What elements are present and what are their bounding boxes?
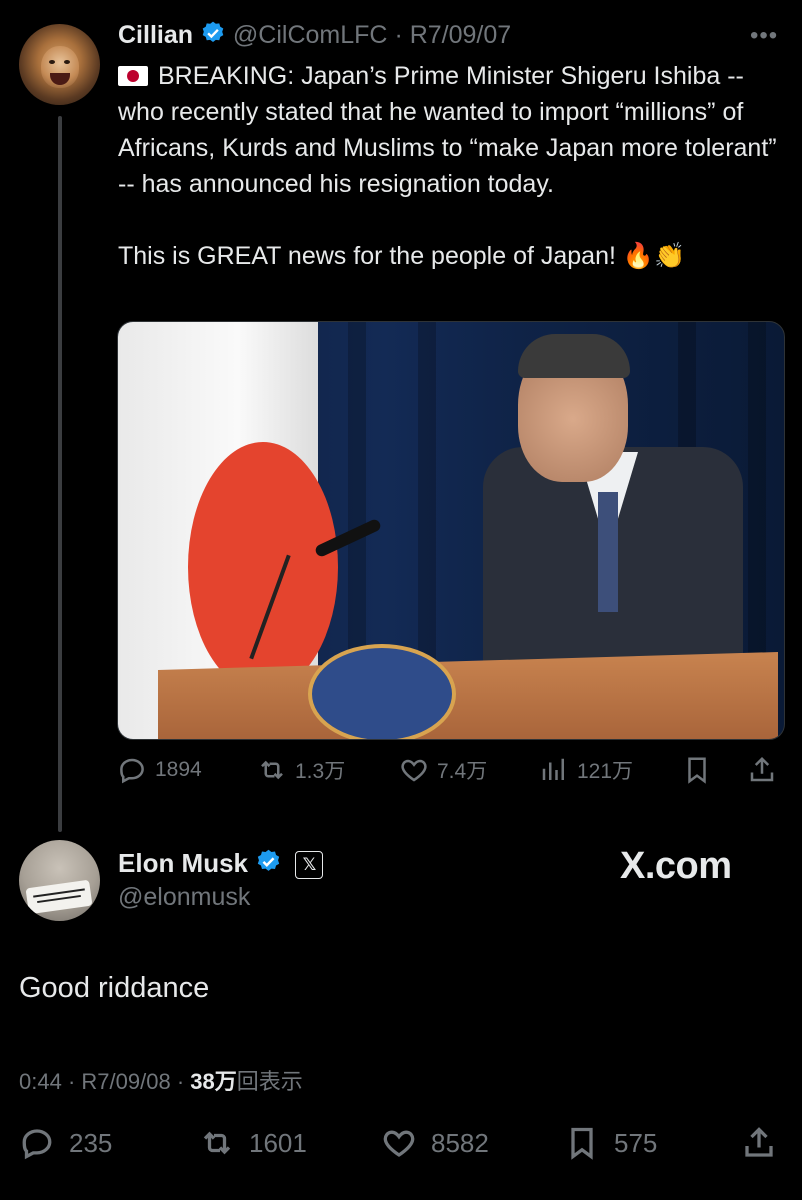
tweet-body: BREAKING: Japan’s Prime Minister Shigeru… <box>118 58 788 274</box>
retweet-icon <box>203 1131 231 1155</box>
author-handle[interactable]: @CilComLFC <box>233 21 388 49</box>
reply-author-handle[interactable]: @elonmusk <box>118 883 250 912</box>
reply-retweet-button[interactable]: 1601 <box>199 1125 307 1161</box>
share-button[interactable] <box>747 755 777 785</box>
views-chart-icon <box>542 758 564 780</box>
reply-bookmark-count: 575 <box>614 1127 658 1158</box>
reply-body: Good riddance <box>19 972 210 1004</box>
more-options-icon[interactable]: ••• <box>750 22 778 50</box>
reply-like-count: 8582 <box>431 1127 489 1158</box>
reply-time[interactable]: 0:44 <box>19 1069 62 1094</box>
reply-button[interactable]: 1894 <box>117 755 202 785</box>
bookmark-icon <box>571 1127 593 1160</box>
reply-date[interactable]: R7/09/08 <box>81 1069 170 1094</box>
reply-author-name[interactable]: Elon Musk <box>118 848 248 878</box>
separator-dot: · <box>394 21 403 50</box>
tweet-paragraph-1: BREAKING: Japan’s Prime Minister Shigeru… <box>118 62 777 198</box>
reply-count: 1894 <box>155 758 202 781</box>
retweet-count: 1.3万 <box>295 760 346 783</box>
share-icon <box>745 1127 773 1157</box>
reply-icon <box>22 1129 52 1160</box>
reply-views-count: 38万 <box>190 1069 237 1094</box>
reply-share-button[interactable] <box>741 1125 777 1161</box>
views-count: 121万 <box>577 760 634 783</box>
heart-icon <box>383 1130 415 1157</box>
reply-action-bar: 235 1601 8582 575 <box>19 1125 789 1165</box>
share-icon <box>750 756 774 782</box>
tweet-header: Cillian @CilComLFC · R7/09/07 <box>118 20 511 53</box>
heart-icon <box>401 759 427 782</box>
retweet-button[interactable]: 1.3万 <box>257 755 345 785</box>
thread-connector-line <box>58 116 62 832</box>
x-affiliate-badge-icon: 𝕏 <box>295 851 324 880</box>
reply-metadata: 0:44 · R7/09/08 · 38万回表示 <box>19 1069 303 1094</box>
tweet-date[interactable]: R7/09/07 <box>410 21 511 49</box>
tweet-photo[interactable] <box>117 321 785 740</box>
speaker-hair <box>518 334 630 378</box>
watermark-logo: X.com <box>620 845 732 887</box>
cillian-avatar[interactable] <box>19 24 100 105</box>
reply-views-label: 回表示 <box>236 1069 303 1094</box>
lion-eye <box>64 60 70 64</box>
reply-reply-count: 235 <box>69 1127 113 1158</box>
japan-flag-icon <box>118 66 148 86</box>
tweet-action-bar: 1894 1.3万 7.4万 121万 <box>117 755 787 789</box>
author-name[interactable]: Cillian <box>118 21 193 49</box>
speaker-tie <box>598 492 618 612</box>
like-count: 7.4万 <box>437 760 488 783</box>
bookmark-button[interactable] <box>682 755 712 785</box>
reply-icon <box>120 758 144 784</box>
flag-red-disc <box>188 442 338 692</box>
bookmark-icon <box>688 757 706 784</box>
lion-eye <box>49 60 55 64</box>
verified-badge-icon <box>200 20 226 53</box>
prime-minister-seal <box>308 644 456 739</box>
like-button[interactable]: 7.4万 <box>399 755 487 785</box>
tweet-paragraph-2: This is GREAT news for the people of Jap… <box>118 242 686 270</box>
reply-author-header: Elon Musk 𝕏 <box>118 848 324 882</box>
verified-badge-icon <box>255 848 282 882</box>
reply-bookmark-button[interactable]: 575 <box>564 1125 657 1161</box>
retweet-icon <box>261 760 283 780</box>
reply-retweet-count: 1601 <box>249 1127 307 1158</box>
reply-reply-button[interactable]: 235 <box>19 1125 112 1161</box>
elon-avatar[interactable] <box>19 840 100 921</box>
views-button[interactable]: 121万 <box>539 755 633 785</box>
reply-like-button[interactable]: 8582 <box>381 1125 489 1161</box>
